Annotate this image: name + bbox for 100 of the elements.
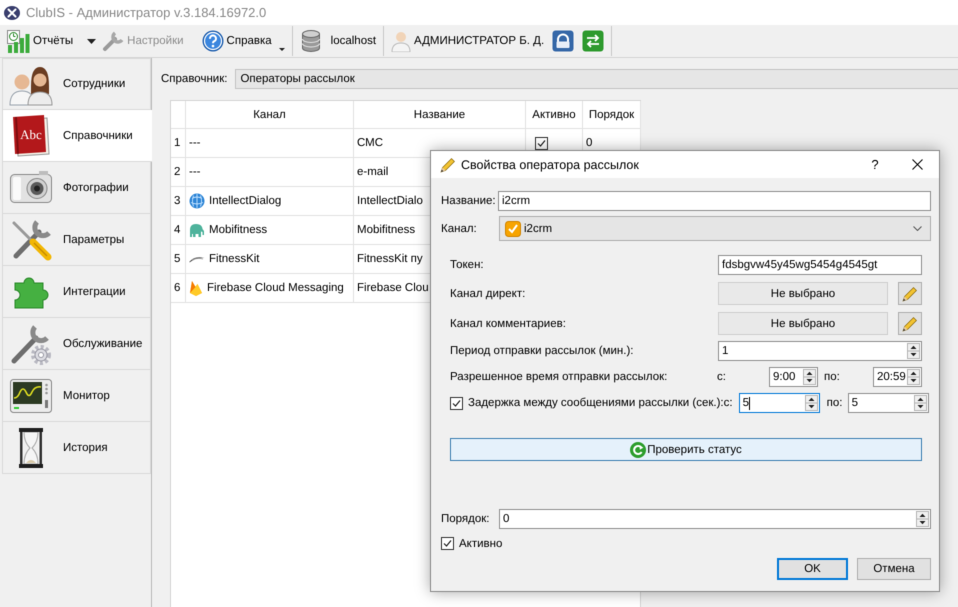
edit-button[interactable] [898, 312, 922, 335]
field-label: Канал: [441, 222, 478, 234]
spin-arrows-icon[interactable] [907, 369, 920, 385]
column-header: Канал [253, 108, 286, 120]
pencil-icon [902, 316, 918, 332]
sidebar-item[interactable]: Сотрудники [2, 58, 151, 110]
close-icon [912, 159, 922, 170]
table-cell: Firebase Cloud Messaging [207, 282, 344, 294]
sidebar-item[interactable]: Параметры [2, 214, 151, 266]
user-button[interactable]: АДМИНИСТРАТОР Б. Д. [389, 27, 546, 55]
direct-channel-field[interactable]: Не выбрано [718, 282, 888, 305]
table-cell: СМС [357, 137, 384, 149]
row-number: 2 [174, 166, 180, 178]
table-cell: --- [189, 166, 200, 178]
ok-button[interactable]: OK [777, 558, 848, 580]
text-cursor-icon [749, 396, 750, 410]
field-label: Порядок: [441, 513, 490, 525]
dialog-title: Свойства оператора рассылок [461, 158, 639, 172]
crossed-tools-icon [4, 6, 20, 20]
delay-from-spinbox[interactable]: 5 [738, 393, 820, 413]
table-cell: FitnessKit [209, 253, 260, 265]
field-label: Название: [441, 195, 497, 207]
to-label: по: [823, 371, 841, 383]
row-number: 3 [174, 195, 180, 207]
check-icon [505, 220, 521, 236]
spin-arrows-icon[interactable] [804, 395, 818, 411]
spin-arrows-icon[interactable] [916, 511, 929, 527]
table-cell: Mobifitness [209, 224, 268, 236]
server-button[interactable]: localhost [298, 27, 378, 55]
help-button[interactable]: ? [860, 152, 890, 178]
from-label: с: [724, 397, 734, 409]
sidebar-item[interactable]: Монитор [2, 370, 151, 422]
sidebar-item[interactable]: История [2, 422, 151, 474]
directory-combobox[interactable]: Операторы рассылок [235, 69, 958, 89]
checkbox-label: Задержка между сообщениями рассылки (сек.): [468, 397, 724, 409]
comment-channel-field[interactable]: Не выбрано [718, 312, 888, 335]
active-checkbox[interactable] [441, 537, 454, 550]
channel-combobox[interactable]: i2crm [499, 216, 931, 241]
pencil-icon [902, 286, 918, 302]
directory-label: Справочник: [161, 73, 228, 85]
swoosh-icon [189, 255, 205, 263]
time-to-spinbox[interactable]: 20:59 [873, 367, 922, 387]
table-cell: --- [189, 137, 200, 149]
name-field[interactable]: i2crm [498, 191, 931, 211]
help-menu-button[interactable]: Справка [200, 27, 287, 55]
reports-button[interactable]: Отчёты [4, 27, 76, 55]
pencil-icon [440, 156, 456, 172]
row-number: 4 [174, 224, 180, 236]
time-from-spinbox[interactable]: 9:00 [769, 367, 818, 387]
spin-arrows-icon[interactable] [914, 395, 927, 411]
row-number: 6 [174, 282, 180, 294]
column-header: Активно [532, 108, 576, 120]
delay-to-spinbox[interactable]: 5 [848, 393, 929, 413]
wrench-icon [102, 30, 124, 52]
spin-arrows-icon[interactable] [803, 369, 816, 385]
field-label: Период отправки рассылок (мин.): [450, 345, 634, 357]
order-spinbox[interactable]: 0 [499, 509, 931, 529]
sidebar-item[interactable]: Интеграции [2, 266, 151, 318]
column-header: Название [414, 108, 466, 120]
column-header: Порядок [588, 108, 634, 120]
sidebar-item[interactable]: Abc Справочники [2, 110, 152, 162]
row-number: 5 [174, 253, 180, 265]
delay-checkbox[interactable] [450, 396, 463, 410]
padlock-icon [552, 30, 574, 52]
refresh-icon [630, 442, 646, 458]
caret-icon [87, 38, 96, 44]
swap-arrows-icon [582, 30, 604, 52]
user-icon [391, 30, 412, 52]
globe-icon [189, 193, 205, 209]
database-icon [300, 29, 322, 53]
chevron-down-icon [913, 226, 922, 231]
sidebar-item[interactable]: Фотографии [2, 162, 151, 214]
row-number: 1 [174, 137, 180, 149]
window-title: ClubIS - Администратор v.3.184.16972.0 [26, 5, 266, 20]
book-cover-text: Abc [20, 126, 42, 142]
field-label: Канал директ: [450, 288, 526, 300]
cancel-button[interactable]: Отмена [857, 558, 931, 580]
sidebar-item[interactable]: Обслуживание [2, 318, 151, 370]
table-cell: 0 [586, 137, 592, 149]
field-label: Токен: [450, 259, 485, 271]
caret-icon [278, 48, 285, 51]
field-label: Канал комментариев: [450, 318, 567, 330]
table-cell: FitnessKit пу [357, 253, 423, 265]
check-status-button[interactable]: Проверить статус [450, 438, 922, 461]
elephant-icon [189, 222, 205, 238]
help-icon [202, 30, 224, 52]
active-checkbox[interactable] [535, 136, 548, 150]
table-cell: Mobifitness [357, 224, 416, 236]
checkbox-label: Активно [459, 538, 502, 550]
table-cell: IntellectDialo [357, 195, 423, 207]
spin-arrows-icon[interactable] [907, 343, 920, 359]
period-spinbox[interactable]: 1 [718, 341, 922, 361]
edit-button[interactable] [898, 282, 922, 305]
bar-chart-icon [6, 29, 30, 53]
table-cell: e-mail [357, 166, 388, 178]
table-cell: IntellectDialog [209, 195, 282, 207]
token-field[interactable]: fdsbgvw45y45wg5454g4545gt [718, 255, 922, 275]
field-label: Разрешенное время отправки рассылок: [450, 371, 668, 383]
from-label: с: [717, 371, 727, 383]
table-cell: Firebase Clou [357, 282, 429, 294]
